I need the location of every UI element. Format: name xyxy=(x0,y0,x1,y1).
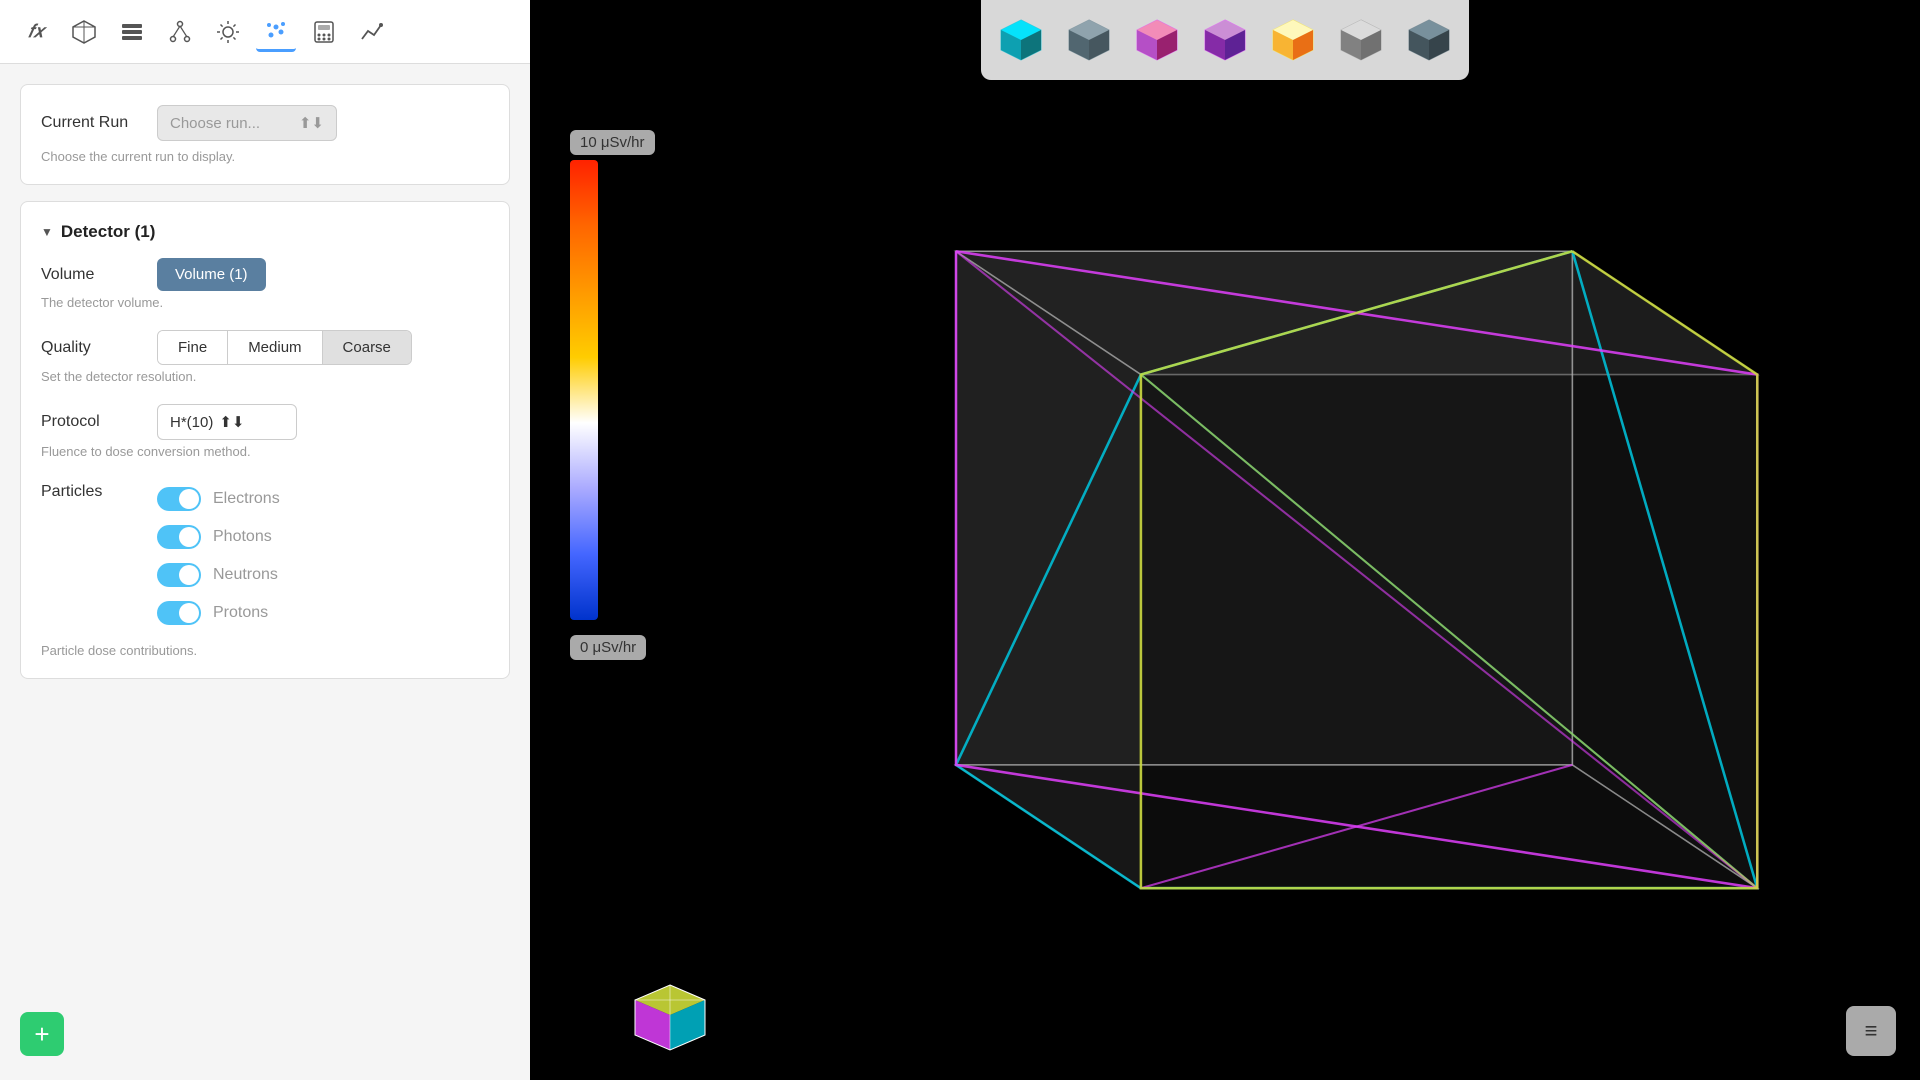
quality-label: Quality xyxy=(41,339,141,357)
gradient-scale: 10 μSv/hr 0 μSv/hr xyxy=(570,160,598,620)
neutrons-label: Neutrons xyxy=(213,566,278,584)
current-run-label: Current Run xyxy=(41,114,141,132)
run-select-value: Choose run... xyxy=(170,115,260,132)
neutrons-row: Neutrons xyxy=(157,563,280,587)
layers-icon[interactable] xyxy=(112,12,152,52)
calculator-icon[interactable] xyxy=(304,12,344,52)
chart-icon[interactable] xyxy=(352,12,392,52)
volume-button[interactable]: Volume (1) xyxy=(157,258,266,291)
obj-purple-cube[interactable] xyxy=(1193,8,1257,72)
obj-cyan-cube[interactable] xyxy=(989,8,1053,72)
obj-bluegrey-cube[interactable] xyxy=(1057,8,1121,72)
orientation-cube[interactable] xyxy=(630,980,710,1060)
obj-yellow-cube[interactable] xyxy=(1261,8,1325,72)
detector-header[interactable]: ▼ Detector (1) xyxy=(41,222,489,242)
protocol-select[interactable]: H*(10) ⬆⬇ xyxy=(157,404,297,440)
menu-button[interactable]: ≡ xyxy=(1846,1006,1896,1056)
add-button[interactable]: + xyxy=(20,1012,64,1056)
scale-label-top: 10 μSv/hr xyxy=(570,130,655,155)
neutrons-toggle[interactable] xyxy=(157,563,201,587)
quality-fine-button[interactable]: Fine xyxy=(158,331,228,364)
top-toolbar: 𝑓𝑥 xyxy=(0,0,530,64)
protocol-label: Protocol xyxy=(41,413,141,431)
photons-label: Photons xyxy=(213,528,272,546)
hierarchy-icon[interactable] xyxy=(160,12,200,52)
protons-toggle[interactable] xyxy=(157,601,201,625)
obj-magenta-cube[interactable] xyxy=(1125,8,1189,72)
scatter-icon[interactable] xyxy=(256,12,296,52)
formula-icon[interactable]: 𝑓𝑥 xyxy=(16,12,56,52)
scale-label-bottom: 0 μSv/hr xyxy=(570,635,646,660)
particles-section: Electrons Photons Neutrons Protons xyxy=(157,487,280,639)
content-area: Current Run Choose run... ⬆⬇ Choose the … xyxy=(0,64,530,1080)
protocol-value: H*(10) xyxy=(170,414,213,431)
protons-row: Protons xyxy=(157,601,280,625)
gradient-bar xyxy=(570,160,598,620)
quality-coarse-button[interactable]: Coarse xyxy=(323,331,411,364)
photons-toggle[interactable] xyxy=(157,525,201,549)
cube-icon[interactable] xyxy=(64,12,104,52)
protocol-arrow: ⬆⬇ xyxy=(219,413,244,431)
run-select-arrow: ⬆⬇ xyxy=(299,114,324,132)
volume-label: Volume xyxy=(41,266,141,284)
3d-viewport[interactable] xyxy=(730,140,1860,1020)
particles-hint: Particle dose contributions. xyxy=(41,643,489,658)
viewport: 10 μSv/hr 0 μSv/hr xyxy=(530,0,1920,1080)
detector-card: ▼ Detector (1) Volume Volume (1) The det… xyxy=(20,201,510,679)
obj-dark-cube[interactable] xyxy=(1397,8,1461,72)
left-panel: 𝑓𝑥 Current Run Choose ru xyxy=(0,0,530,1080)
quality-medium-button[interactable]: Medium xyxy=(228,331,322,364)
sun-icon[interactable] xyxy=(208,12,248,52)
electrons-label: Electrons xyxy=(213,490,280,508)
detector-title: Detector (1) xyxy=(61,222,155,242)
volume-hint: The detector volume. xyxy=(41,295,489,310)
obj-grey-cube[interactable] xyxy=(1329,8,1393,72)
run-select[interactable]: Choose run... ⬆⬇ xyxy=(157,105,337,141)
current-run-hint: Choose the current run to display. xyxy=(41,149,489,164)
protocol-hint: Fluence to dose conversion method. xyxy=(41,444,489,459)
current-run-card: Current Run Choose run... ⬆⬇ Choose the … xyxy=(20,84,510,185)
electrons-toggle[interactable] xyxy=(157,487,201,511)
quality-hint: Set the detector resolution. xyxy=(41,369,489,384)
protons-label: Protons xyxy=(213,604,268,622)
photons-row: Photons xyxy=(157,525,280,549)
object-toolbar xyxy=(981,0,1469,80)
electrons-row: Electrons xyxy=(157,487,280,511)
detector-chevron: ▼ xyxy=(41,225,53,239)
quality-btn-group: Fine Medium Coarse xyxy=(157,330,412,365)
particles-label: Particles xyxy=(41,479,141,501)
